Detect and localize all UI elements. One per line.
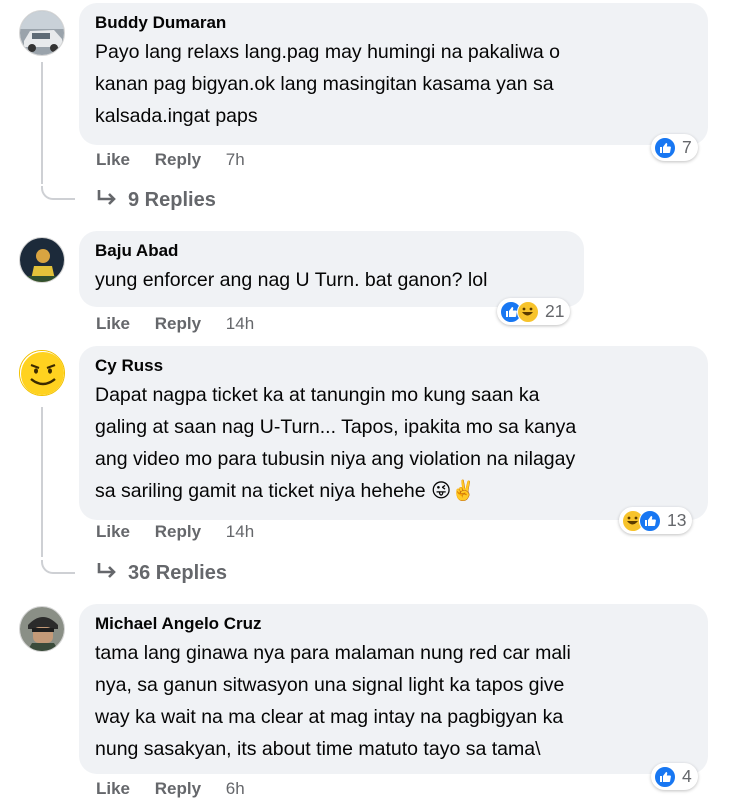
comment-actions: Like Reply 7h <box>96 150 265 170</box>
reply-arrow-icon <box>96 561 118 585</box>
comment-line: galing at saan nag U-Turn... Tapos, ipak… <box>95 416 577 438</box>
replies-label: 36 Replies <box>128 561 227 584</box>
comment-line: nung sasakyan, its about time matuto tay… <box>95 738 541 760</box>
comment-line: yung enforcer ang nag U Turn. bat ganon?… <box>95 269 488 291</box>
comment-bubble: Baju Abad yung enforcer ang nag U Turn. … <box>79 231 584 307</box>
comment-text: tama lang ginawa nya para malaman nung r… <box>95 637 692 765</box>
like-button[interactable]: Like <box>96 522 130 541</box>
view-replies-button[interactable]: 36 Replies <box>96 561 227 585</box>
comment-actions: Like Reply 6h <box>96 779 265 799</box>
comment-line: way ka wait na ma clear at mag intay na … <box>95 706 564 728</box>
thread-connector <box>41 560 75 574</box>
thread-line <box>41 62 43 184</box>
comment-time[interactable]: 6h <box>226 779 245 798</box>
comment-line: nya, sa ganun sitwasyon una signal light… <box>95 674 565 696</box>
like-reaction-icon <box>639 509 661 532</box>
like-reaction-icon <box>654 136 676 159</box>
comment-line: ang video mo para tubusin niya ang viola… <box>95 448 576 470</box>
avatar[interactable] <box>19 350 65 396</box>
comment-line: Payo lang relaxs lang.pag may humingi na… <box>95 41 561 63</box>
like-button[interactable]: Like <box>96 150 130 169</box>
comment-time[interactable]: 14h <box>226 522 254 541</box>
comment-line: tama lang ginawa nya para malaman nung r… <box>95 642 571 664</box>
comment-author[interactable]: Michael Angelo Cruz <box>95 613 692 635</box>
like-button[interactable]: Like <box>96 779 130 798</box>
comment-author[interactable]: Cy Russ <box>95 355 692 377</box>
haha-reaction-icon <box>517 300 539 323</box>
avatar[interactable] <box>19 606 65 652</box>
comment-line: kanan pag bigyan.ok lang masingitan kasa… <box>95 73 554 95</box>
thread-connector <box>41 186 75 200</box>
comment-line: sa sariling gamit na ticket niya hehehe … <box>95 480 476 502</box>
comment-line: Dapat nagpa ticket ka at tanungin mo kun… <box>95 384 540 406</box>
comment-bubble: Michael Angelo Cruz tama lang ginawa nya… <box>79 604 708 774</box>
reply-button[interactable]: Reply <box>155 314 201 333</box>
comment-text: Dapat nagpa ticket ka at tanungin mo kun… <box>95 379 692 507</box>
comment-author[interactable]: Buddy Dumaran <box>95 12 692 34</box>
comment-line: kalsada.ingat paps <box>95 105 258 127</box>
view-replies-button[interactable]: 9 Replies <box>96 188 216 212</box>
comment-author[interactable]: Baju Abad <box>95 240 568 262</box>
reaction-summary[interactable]: 7 <box>651 134 698 161</box>
like-reaction-icon <box>654 765 676 788</box>
thread-line <box>41 407 43 557</box>
reply-arrow-icon <box>96 188 118 212</box>
replies-label: 9 Replies <box>128 188 216 211</box>
reaction-summary[interactable]: 4 <box>651 763 698 790</box>
reply-button[interactable]: Reply <box>155 779 201 798</box>
reply-button[interactable]: Reply <box>155 522 201 541</box>
comment-time[interactable]: 7h <box>226 150 245 169</box>
reaction-count: 13 <box>667 510 687 530</box>
avatar[interactable] <box>19 10 65 56</box>
like-button[interactable]: Like <box>96 314 130 333</box>
comment-bubble: Buddy Dumaran Payo lang relaxs lang.pag … <box>79 3 708 145</box>
reaction-summary[interactable]: 21 <box>497 298 571 325</box>
comment-text: Payo lang relaxs lang.pag may humingi na… <box>95 36 692 132</box>
comment-actions: Like Reply 14h <box>96 522 274 542</box>
comment-text: yung enforcer ang nag U Turn. bat ganon?… <box>95 264 568 296</box>
avatar[interactable] <box>19 237 65 283</box>
reply-button[interactable]: Reply <box>155 150 201 169</box>
reaction-count: 21 <box>545 301 565 321</box>
comment-time[interactable]: 14h <box>226 314 254 333</box>
comment-actions: Like Reply 14h <box>96 314 274 334</box>
reaction-count: 7 <box>682 137 692 157</box>
reaction-count: 4 <box>682 766 692 786</box>
comment-bubble: Cy Russ Dapat nagpa ticket ka at tanungi… <box>79 346 708 520</box>
reaction-summary[interactable]: 13 <box>619 507 693 534</box>
